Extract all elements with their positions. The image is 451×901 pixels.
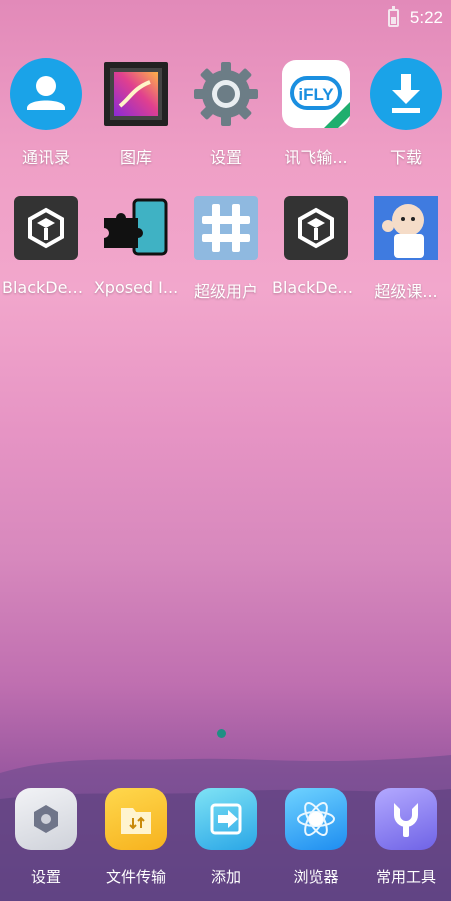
app-blackdex-2[interactable]: BlackDex... (272, 192, 360, 326)
app-gallery[interactable]: 图库 (92, 58, 180, 192)
dock-browser[interactable]: 浏览器 (272, 788, 360, 901)
settings-gear-icon (190, 58, 262, 130)
super-course-icon (370, 192, 442, 264)
contacts-icon (10, 58, 82, 130)
blackdex-icon (280, 192, 352, 264)
dock-tools[interactable]: 常用工具 (362, 788, 450, 901)
gallery-icon (100, 58, 172, 130)
dock-settings[interactable]: 设置 (2, 788, 90, 901)
page-indicator-dot (217, 729, 226, 738)
superuser-icon (190, 192, 262, 264)
app-contacts[interactable]: 通讯录 (2, 58, 90, 192)
file-transfer-icon (105, 788, 167, 850)
status-bar: 5:22 (0, 0, 451, 36)
clock: 5:22 (409, 8, 443, 27)
battery-icon (388, 6, 399, 27)
app-download[interactable]: 下载 (362, 58, 450, 192)
svg-text:iFLY: iFLY (298, 85, 334, 104)
xposed-icon (100, 192, 172, 264)
app-superuser[interactable]: 超级用户 (182, 192, 270, 326)
dock: 设置 文件传输 添加 浏览器 常用工具 (0, 788, 451, 901)
blackdex-icon (10, 192, 82, 264)
browser-icon (285, 788, 347, 850)
dock-file-transfer[interactable]: 文件传输 (92, 788, 180, 901)
home-screen: { "status_bar": { "time": "5:22", "batte… (0, 0, 451, 901)
app-ifly-input[interactable]: iFLY 讯飞输... (272, 58, 360, 192)
app-settings[interactable]: 设置 (182, 58, 270, 192)
app-super-course[interactable]: 超级课... (362, 192, 450, 326)
tools-icon (375, 788, 437, 850)
settings-icon (15, 788, 77, 850)
app-xposed-installer[interactable]: Xposed I... (92, 192, 180, 326)
dock-add[interactable]: 添加 (182, 788, 270, 901)
add-icon (195, 788, 257, 850)
download-icon (370, 58, 442, 130)
app-grid: 通讯录 图库 设置 iFLY 讯飞输... 下载 BlackDex... Xpo… (0, 58, 451, 326)
ifly-icon: iFLY (280, 58, 352, 130)
app-blackdex-1[interactable]: BlackDex... (2, 192, 90, 326)
